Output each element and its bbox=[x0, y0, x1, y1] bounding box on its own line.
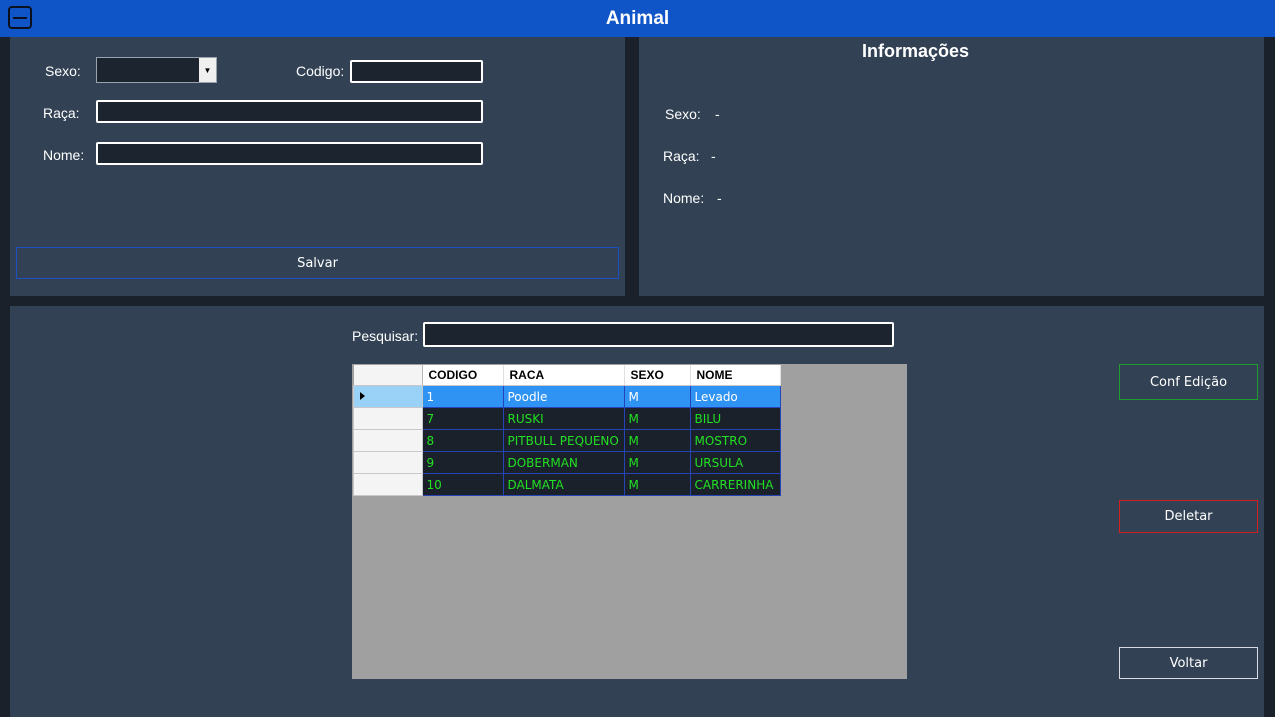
info-nome-label: Nome: bbox=[663, 190, 705, 206]
cell-codigo[interactable]: 9 bbox=[421, 451, 504, 474]
column-header-sexo[interactable]: SEXO bbox=[624, 365, 691, 386]
cell-nome[interactable]: Levado bbox=[689, 385, 781, 408]
cell-sexo[interactable]: M bbox=[623, 429, 691, 452]
search-input[interactable] bbox=[423, 322, 894, 347]
data-grid-table[interactable]: CODIGO RACA SEXO NOME 1 Poodle M Levado … bbox=[353, 365, 781, 496]
info-nome-value: - bbox=[717, 190, 722, 206]
table-row[interactable]: 7 RUSKI M BILU bbox=[353, 407, 781, 430]
info-raca-value: - bbox=[711, 148, 716, 164]
codigo-input[interactable] bbox=[350, 60, 483, 83]
cell-nome[interactable]: URSULA bbox=[689, 451, 781, 474]
row-header[interactable] bbox=[353, 429, 423, 452]
confirm-edit-button[interactable]: Conf Edição bbox=[1119, 364, 1258, 400]
cell-raca[interactable]: DALMATA bbox=[502, 473, 625, 496]
cell-codigo[interactable]: 10 bbox=[421, 473, 504, 496]
column-header-nome[interactable]: NOME bbox=[690, 365, 781, 386]
cell-sexo[interactable]: M bbox=[623, 473, 691, 496]
cell-nome[interactable]: CARRERINHA bbox=[689, 473, 781, 496]
info-raca-label: Raça: bbox=[663, 148, 700, 164]
row-header[interactable] bbox=[353, 385, 423, 408]
codigo-label: Codigo: bbox=[296, 63, 345, 79]
cell-sexo[interactable]: M bbox=[623, 407, 691, 430]
table-row[interactable]: 1 Poodle M Levado bbox=[353, 385, 781, 408]
cell-codigo[interactable]: 1 bbox=[421, 385, 504, 408]
info-sexo-label: Sexo: bbox=[665, 106, 701, 122]
cell-nome[interactable]: BILU bbox=[689, 407, 781, 430]
info-title: Informações bbox=[861, 41, 970, 61]
nome-label: Nome: bbox=[43, 147, 85, 163]
grid-corner-header bbox=[353, 365, 423, 386]
cell-sexo[interactable]: M bbox=[623, 385, 691, 408]
cell-raca[interactable]: PITBULL PEQUENO bbox=[502, 429, 625, 452]
info-panel bbox=[639, 37, 1264, 296]
chevron-down-icon[interactable]: ▼ bbox=[199, 58, 216, 82]
nome-input[interactable] bbox=[96, 142, 483, 165]
cell-sexo[interactable]: M bbox=[623, 451, 691, 474]
table-row[interactable]: 9 DOBERMAN M URSULA bbox=[353, 451, 781, 474]
current-row-icon bbox=[360, 392, 365, 400]
save-button[interactable]: Salvar bbox=[16, 247, 619, 279]
column-header-raca[interactable]: RACA bbox=[503, 365, 625, 386]
sexo-label: Sexo: bbox=[45, 63, 81, 79]
title-bar: Animal bbox=[0, 0, 1275, 37]
row-header[interactable] bbox=[353, 451, 423, 474]
raca-input[interactable] bbox=[96, 100, 483, 123]
cell-raca[interactable]: RUSKI bbox=[502, 407, 625, 430]
row-header[interactable] bbox=[353, 473, 423, 496]
raca-label: Raça: bbox=[43, 105, 80, 121]
table-row[interactable]: 8 PITBULL PEQUENO M MOSTRO bbox=[353, 429, 781, 452]
cell-codigo[interactable]: 7 bbox=[421, 407, 504, 430]
cell-raca[interactable]: DOBERMAN bbox=[502, 451, 625, 474]
sexo-combobox[interactable]: ▼ bbox=[96, 57, 217, 83]
window-title: Animal bbox=[605, 8, 670, 29]
delete-button[interactable]: Deletar bbox=[1119, 500, 1258, 533]
info-sexo-value: - bbox=[715, 106, 720, 122]
cell-raca[interactable]: Poodle bbox=[502, 385, 625, 408]
back-button[interactable]: Voltar bbox=[1119, 647, 1258, 679]
cell-codigo[interactable]: 8 bbox=[421, 429, 504, 452]
table-row[interactable]: 10 DALMATA M CARRERINHA bbox=[353, 473, 781, 496]
cell-nome[interactable]: MOSTRO bbox=[689, 429, 781, 452]
column-header-codigo[interactable]: CODIGO bbox=[422, 365, 504, 386]
search-label: Pesquisar: bbox=[352, 328, 419, 344]
row-header[interactable] bbox=[353, 407, 423, 430]
